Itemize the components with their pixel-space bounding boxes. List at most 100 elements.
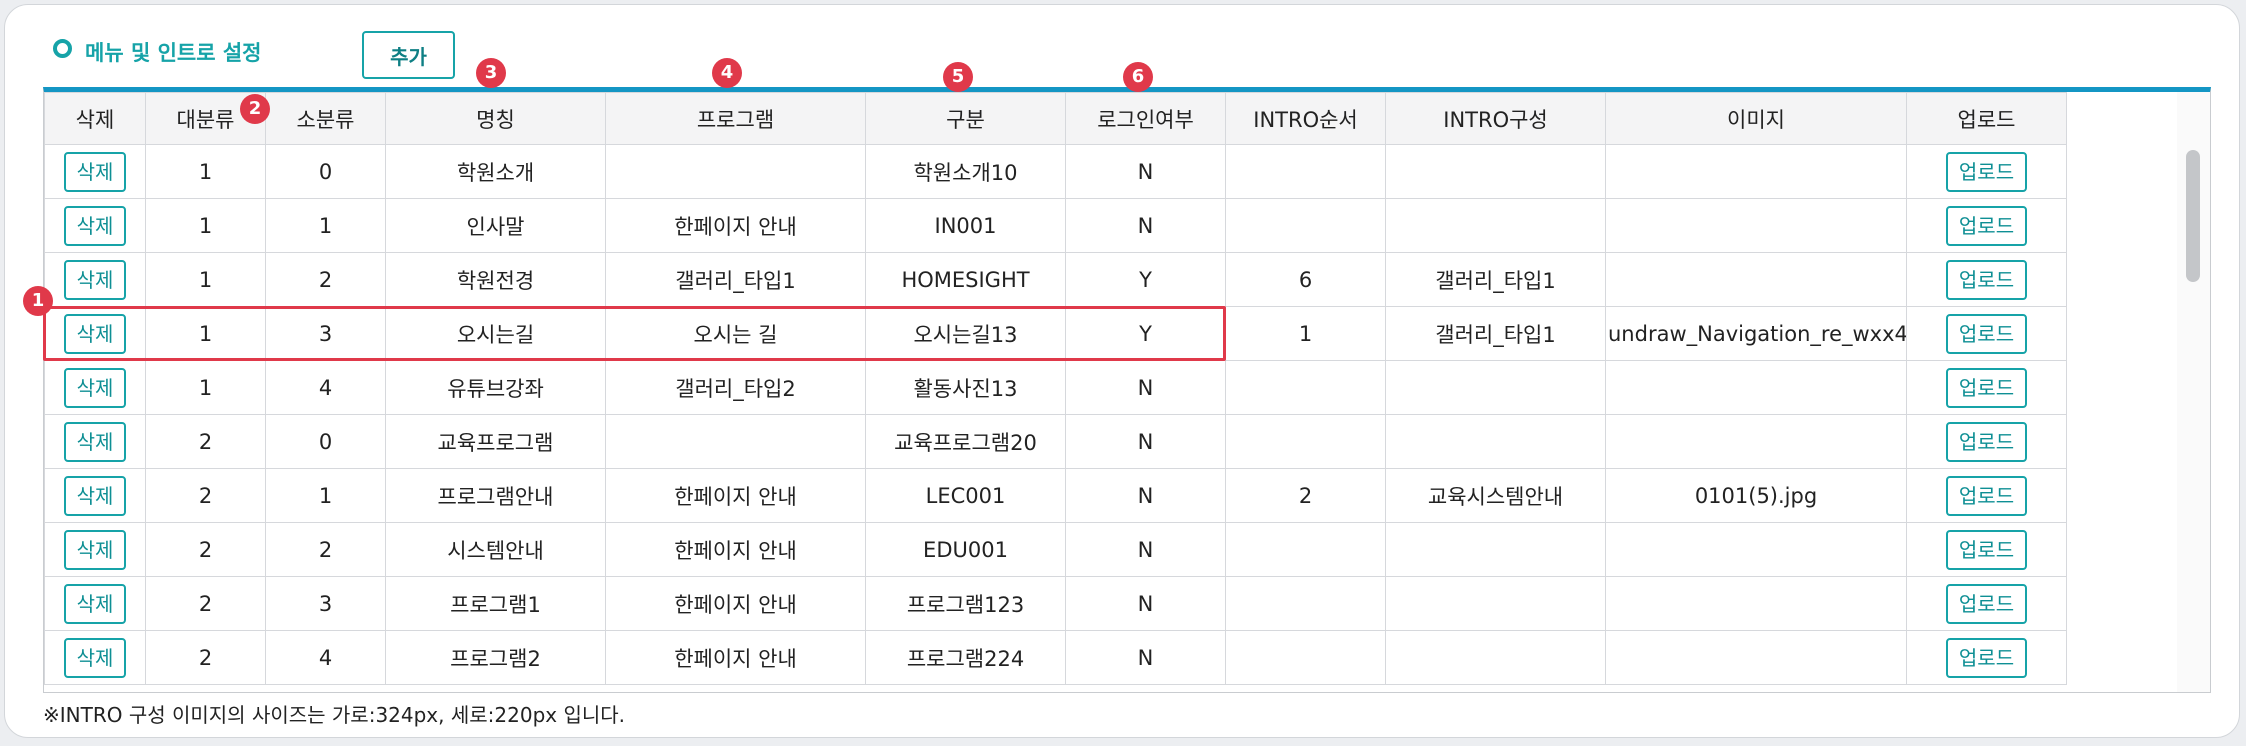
table-cell: 1	[145, 252, 266, 307]
table-cell: 삭제	[44, 306, 146, 361]
delete-button[interactable]: 삭제	[63, 259, 127, 300]
table-cell	[1605, 522, 1907, 577]
upload-button[interactable]: 업로드	[1945, 259, 2028, 300]
upload-button[interactable]: 업로드	[1945, 367, 2028, 408]
upload-button[interactable]: 업로드	[1945, 205, 2028, 246]
table-cell: 2	[145, 630, 266, 685]
cell-login: N	[1137, 213, 1154, 238]
table-cell: 교육프로그램20	[865, 414, 1066, 469]
col-header-type: 구분	[865, 92, 1066, 145]
scrollbar-thumb[interactable]	[2186, 150, 2200, 282]
table-cell	[1385, 144, 1606, 199]
table-cell: 시스템안내	[385, 522, 606, 577]
cell-intro-order: 6	[1298, 267, 1313, 292]
cell-name: 프로그램1	[450, 592, 541, 617]
table-cell: 6	[1225, 252, 1386, 307]
table-cell	[1225, 576, 1386, 631]
cell-name: 오시는길	[456, 322, 535, 347]
table-cell: 삭제	[44, 414, 146, 469]
table-cell: 삭제	[44, 468, 146, 523]
cell-minor: 3	[318, 321, 333, 346]
cell-type: 오시는길13	[913, 322, 1018, 347]
table-cell: 업로드	[1906, 198, 2067, 253]
cell-minor: 1	[318, 213, 333, 238]
table-cell: HOMESIGHT	[865, 252, 1066, 307]
table-cell: 3	[265, 576, 386, 631]
cell-type: LEC001	[925, 483, 1006, 508]
table-cell: 업로드	[1906, 144, 2067, 199]
upload-button[interactable]: 업로드	[1945, 475, 2028, 516]
table-cell: 프로그램2	[385, 630, 606, 685]
cell-login: N	[1137, 159, 1154, 184]
upload-button[interactable]: 업로드	[1945, 151, 2028, 192]
delete-button[interactable]: 삭제	[63, 151, 127, 192]
cell-program: 갤러리_타입2	[675, 376, 796, 401]
cell-major: 1	[198, 321, 213, 346]
table-cell: N	[1065, 360, 1226, 415]
delete-button[interactable]: 삭제	[63, 367, 127, 408]
cell-minor: 4	[318, 375, 333, 400]
table-cell: 2	[1225, 468, 1386, 523]
cell-name: 교육프로그램	[437, 430, 554, 455]
delete-button[interactable]: 삭제	[63, 475, 127, 516]
upload-button[interactable]: 업로드	[1945, 313, 2028, 354]
table-cell: 2	[265, 522, 386, 577]
delete-button[interactable]: 삭제	[63, 421, 127, 462]
table-cell: 갤러리_타입2	[605, 360, 866, 415]
delete-button[interactable]: 삭제	[63, 205, 127, 246]
table-cell: 삭제	[44, 360, 146, 415]
table-cell: 0	[265, 144, 386, 199]
table-cell: Y	[1065, 252, 1226, 307]
table-cell	[1605, 576, 1907, 631]
table-cell	[1385, 198, 1606, 253]
upload-button[interactable]: 업로드	[1945, 529, 2028, 570]
vertical-scrollbar[interactable]	[2177, 92, 2210, 692]
table-cell: 1	[145, 198, 266, 253]
add-button[interactable]: 추가	[362, 31, 455, 79]
cell-login: N	[1137, 483, 1154, 508]
table-cell: 오시는 길	[605, 306, 866, 361]
table-cell: 2	[265, 252, 386, 307]
delete-button[interactable]: 삭제	[63, 313, 127, 354]
upload-button[interactable]: 업로드	[1945, 583, 2028, 624]
menu-table: 삭제 대분류 소분류 명칭 프로그램 구분 로그인여부 INTRO순서 INTR…	[44, 92, 2067, 685]
upload-button[interactable]: 업로드	[1945, 421, 2028, 462]
table-cell: EDU001	[865, 522, 1066, 577]
cell-name: 학원소개	[456, 160, 535, 185]
table-cell: 4	[265, 360, 386, 415]
cell-program: 오시는 길	[693, 322, 778, 347]
cell-program: 한페이지 안내	[674, 592, 797, 617]
table-cell	[605, 414, 866, 469]
table-cell: N	[1065, 630, 1226, 685]
cell-type: 프로그램123	[906, 592, 1025, 617]
table-cell	[1605, 198, 1907, 253]
cell-program: 한페이지 안내	[674, 538, 797, 563]
table-row: 삭제 2 1 프로그램안내 한페이지 안내 LEC001 N 2 교육시스템안내 0101(5).…	[44, 468, 2067, 523]
table-cell: N	[1065, 576, 1226, 631]
table-cell: 오시는길	[385, 306, 606, 361]
table-cell: N	[1065, 198, 1226, 253]
cell-login: N	[1137, 537, 1154, 562]
delete-button[interactable]: 삭제	[63, 583, 127, 624]
cell-major: 2	[198, 537, 213, 562]
cell-name: 프로그램2	[450, 646, 541, 671]
cell-intro-config: 갤러리_타입1	[1435, 268, 1556, 293]
table-cell: 1	[145, 144, 266, 199]
table-cell: 인사말	[385, 198, 606, 253]
delete-button[interactable]: 삭제	[63, 637, 127, 678]
table-cell: 프로그램123	[865, 576, 1066, 631]
table-cell	[1605, 630, 1907, 685]
upload-button[interactable]: 업로드	[1945, 637, 2028, 678]
table-cell: undraw_Navigation_re_wxx4.pn	[1605, 306, 1907, 361]
table-cell: 2	[145, 522, 266, 577]
table-row: 삭제 1 0 학원소개 학원소개10 N 업로드	[44, 144, 2067, 199]
delete-button[interactable]: 삭제	[63, 529, 127, 570]
cell-minor: 1	[318, 483, 333, 508]
cell-type: 교육프로그램20	[894, 430, 1037, 455]
table-cell: 오시는길13	[865, 306, 1066, 361]
table-cell: N	[1065, 468, 1226, 523]
table-cell: 학원소개10	[865, 144, 1066, 199]
col-header-program: 프로그램	[605, 92, 866, 145]
cell-minor: 3	[318, 591, 333, 616]
radio-icon	[53, 39, 72, 58]
